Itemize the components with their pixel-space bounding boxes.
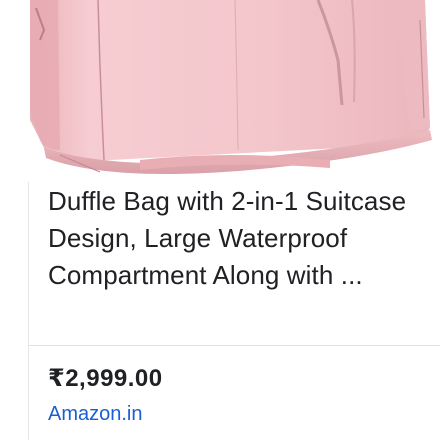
merchant-link[interactable]: Amazon.in: [48, 403, 143, 426]
divider: [28, 345, 440, 346]
product-title[interactable]: Duffle Bag with 2-in-1 Suitcase Design, …: [48, 183, 420, 294]
product-price: ₹2,999.00: [48, 365, 163, 392]
product-image[interactable]: [0, 0, 440, 182]
pink-duffle-bag-photo: [30, 0, 432, 174]
shopping-result-card[interactable]: Duffle Bag with 2-in-1 Suitcase Design, …: [0, 0, 440, 440]
